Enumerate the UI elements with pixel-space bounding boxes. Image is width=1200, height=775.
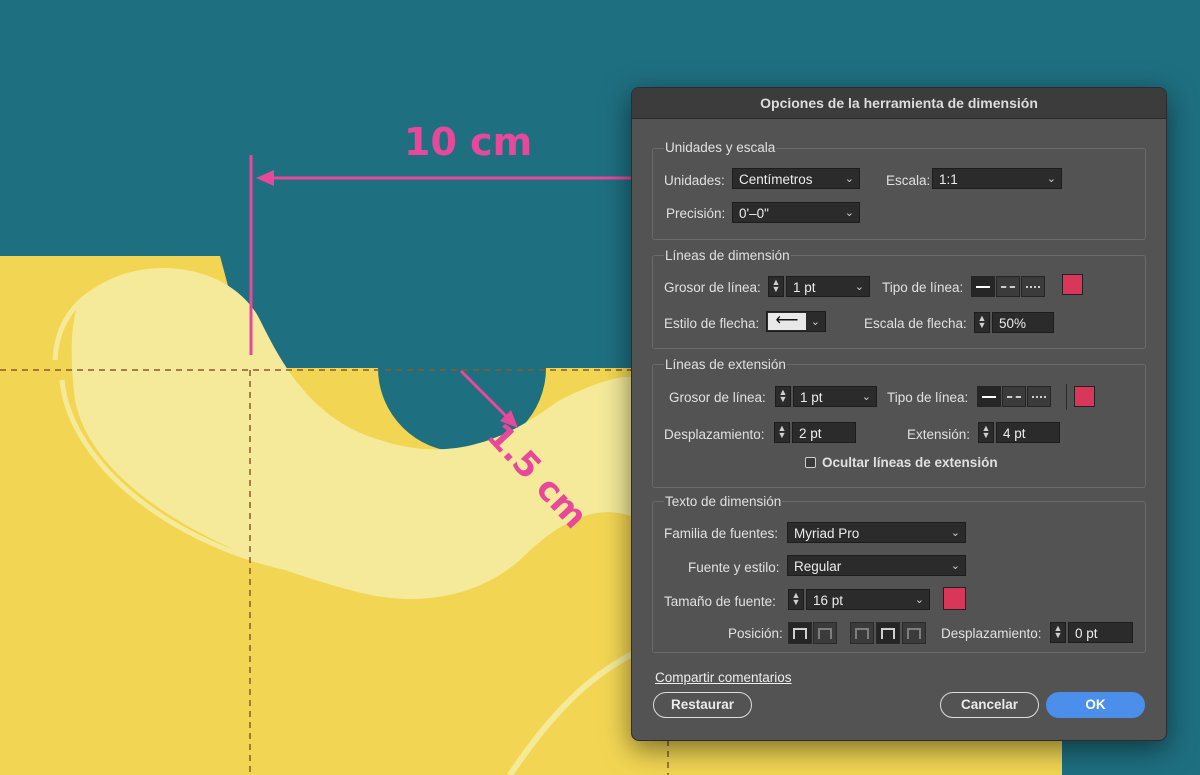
dashed-line-icon[interactable] [1002, 386, 1026, 407]
chevron-down-icon: ⌄ [950, 527, 960, 539]
precision-label: Precisión: [666, 206, 726, 221]
units-label: Unidades: [664, 173, 725, 188]
dashed-line-icon[interactable] [996, 276, 1020, 297]
dotted-line-icon[interactable] [1027, 386, 1051, 407]
ext-offset-label: Desplazamiento: [664, 427, 765, 442]
spinner-icon[interactable]: ▲ ▼ [1050, 622, 1066, 643]
dimension-tool-options-dialog: Opciones de la herramienta de dimensión … [631, 87, 1167, 741]
text-offset-input[interactable]: 0 pt [1068, 622, 1133, 643]
dimension-text-title: Texto de dimensión [664, 494, 783, 509]
arrow-scale-value: 50% [999, 316, 1027, 331]
ext-color-swatch[interactable] [1074, 386, 1095, 407]
scale-label: Escala: [886, 173, 931, 188]
scale-select[interactable]: 1:1 ⌄ [932, 168, 1062, 189]
ext-extension-input[interactable]: 4 pt [996, 422, 1060, 443]
spinner-icon[interactable]: ▲ ▼ [775, 386, 791, 407]
ext-weight-input[interactable]: 1 pt ⌄ [793, 386, 877, 407]
text-position-icon[interactable] [850, 622, 874, 644]
units-scale-title: Unidades y escala [664, 140, 777, 155]
precision-select[interactable]: 0'–0" ⌄ [732, 202, 860, 223]
cancel-button[interactable]: Cancelar [940, 692, 1039, 718]
extension-lines-title: Líneas de extensión [664, 357, 787, 372]
text-position-icon[interactable] [876, 622, 900, 644]
arrow-scale-label: Escala de flecha: [864, 316, 967, 331]
chevron-down-icon: ⌄ [844, 207, 854, 219]
text-position-icon[interactable] [813, 622, 837, 644]
chevron-down-icon: ⌄ [854, 281, 864, 293]
spinner-icon[interactable]: ▲ ▼ [774, 422, 790, 443]
font-family-select[interactable]: Myriad Pro ⌄ [787, 522, 966, 543]
units-scale-group [652, 148, 1146, 240]
text-offset-value: 0 pt [1075, 626, 1098, 641]
arrow-left-icon: ⟵ [768, 313, 806, 330]
text-color-swatch[interactable] [943, 587, 966, 610]
arrow-scale-input[interactable]: 50% [992, 312, 1054, 333]
dim-weight-input[interactable]: 1 pt ⌄ [786, 276, 870, 297]
ext-weight-value: 1 pt [800, 390, 823, 405]
ok-button[interactable]: OK [1046, 692, 1145, 718]
dialog-title: Opciones de la herramienta de dimensión [632, 88, 1166, 119]
spinner-icon[interactable]: ▲ ▼ [978, 422, 994, 443]
share-feedback-link[interactable]: Compartir comentarios [655, 670, 792, 685]
font-family-label: Familia de fuentes: [664, 526, 779, 541]
ext-extension-value: 4 pt [1003, 426, 1026, 441]
dim-color-swatch[interactable] [1062, 274, 1083, 295]
chevron-down-icon: ⌄ [950, 560, 960, 572]
hide-extension-checkbox[interactable] [805, 457, 816, 468]
spinner-icon[interactable]: ▲ ▼ [768, 276, 784, 297]
text-position-icon[interactable] [788, 622, 812, 644]
position-label: Posición: [728, 626, 783, 641]
font-style-label: Fuente y estilo: [688, 560, 780, 575]
font-size-value: 16 pt [813, 593, 844, 608]
width-dimension-label: 10 cm [404, 120, 533, 164]
solid-line-icon[interactable] [977, 386, 1001, 407]
ext-type-label: Tipo de línea: [887, 390, 969, 405]
font-style-select[interactable]: Regular ⌄ [787, 555, 966, 576]
chevron-down-icon: ⌄ [1046, 173, 1056, 185]
precision-value: 0'–0" [739, 206, 769, 221]
dimension-lines-group [652, 255, 1146, 349]
ext-separator [1066, 384, 1067, 410]
units-select[interactable]: Centímetros ⌄ [732, 168, 860, 189]
arrow-style-label: Estilo de flecha: [664, 316, 760, 331]
chevron-down-icon: ⌄ [914, 594, 924, 606]
ext-offset-value: 2 pt [799, 426, 822, 441]
ext-weight-label: Grosor de línea: [669, 390, 766, 405]
arrow-style-select[interactable]: ⟵ ⌄ [766, 311, 826, 332]
dim-type-label: Tipo de línea: [882, 280, 964, 295]
text-position-icon[interactable] [902, 622, 926, 644]
chevron-down-icon: ⌄ [844, 173, 854, 185]
dimension-lines-title: Líneas de dimensión [664, 248, 791, 263]
scale-value: 1:1 [939, 172, 958, 187]
dim-weight-label: Grosor de línea: [664, 280, 761, 295]
font-family-value: Myriad Pro [794, 526, 860, 541]
ext-extension-label: Extensión: [907, 427, 971, 442]
spinner-icon[interactable]: ▲ ▼ [974, 312, 990, 333]
solid-line-icon[interactable] [971, 276, 995, 297]
font-size-input[interactable]: 16 pt ⌄ [806, 589, 930, 610]
reset-button[interactable]: Restaurar [653, 692, 752, 718]
chevron-down-icon: ⌄ [861, 391, 871, 403]
units-value: Centímetros [739, 172, 813, 187]
spinner-icon[interactable]: ▲ ▼ [788, 589, 804, 610]
chevron-down-icon: ⌄ [810, 316, 820, 328]
dim-weight-value: 1 pt [793, 280, 816, 295]
font-size-label: Tamaño de fuente: [664, 594, 776, 609]
ext-offset-input[interactable]: 2 pt [792, 422, 856, 443]
hide-extension-label: Ocultar líneas de extensión [822, 455, 998, 470]
text-offset-label: Desplazamiento: [941, 626, 1042, 641]
font-style-value: Regular [794, 559, 842, 574]
dotted-line-icon[interactable] [1021, 276, 1045, 297]
